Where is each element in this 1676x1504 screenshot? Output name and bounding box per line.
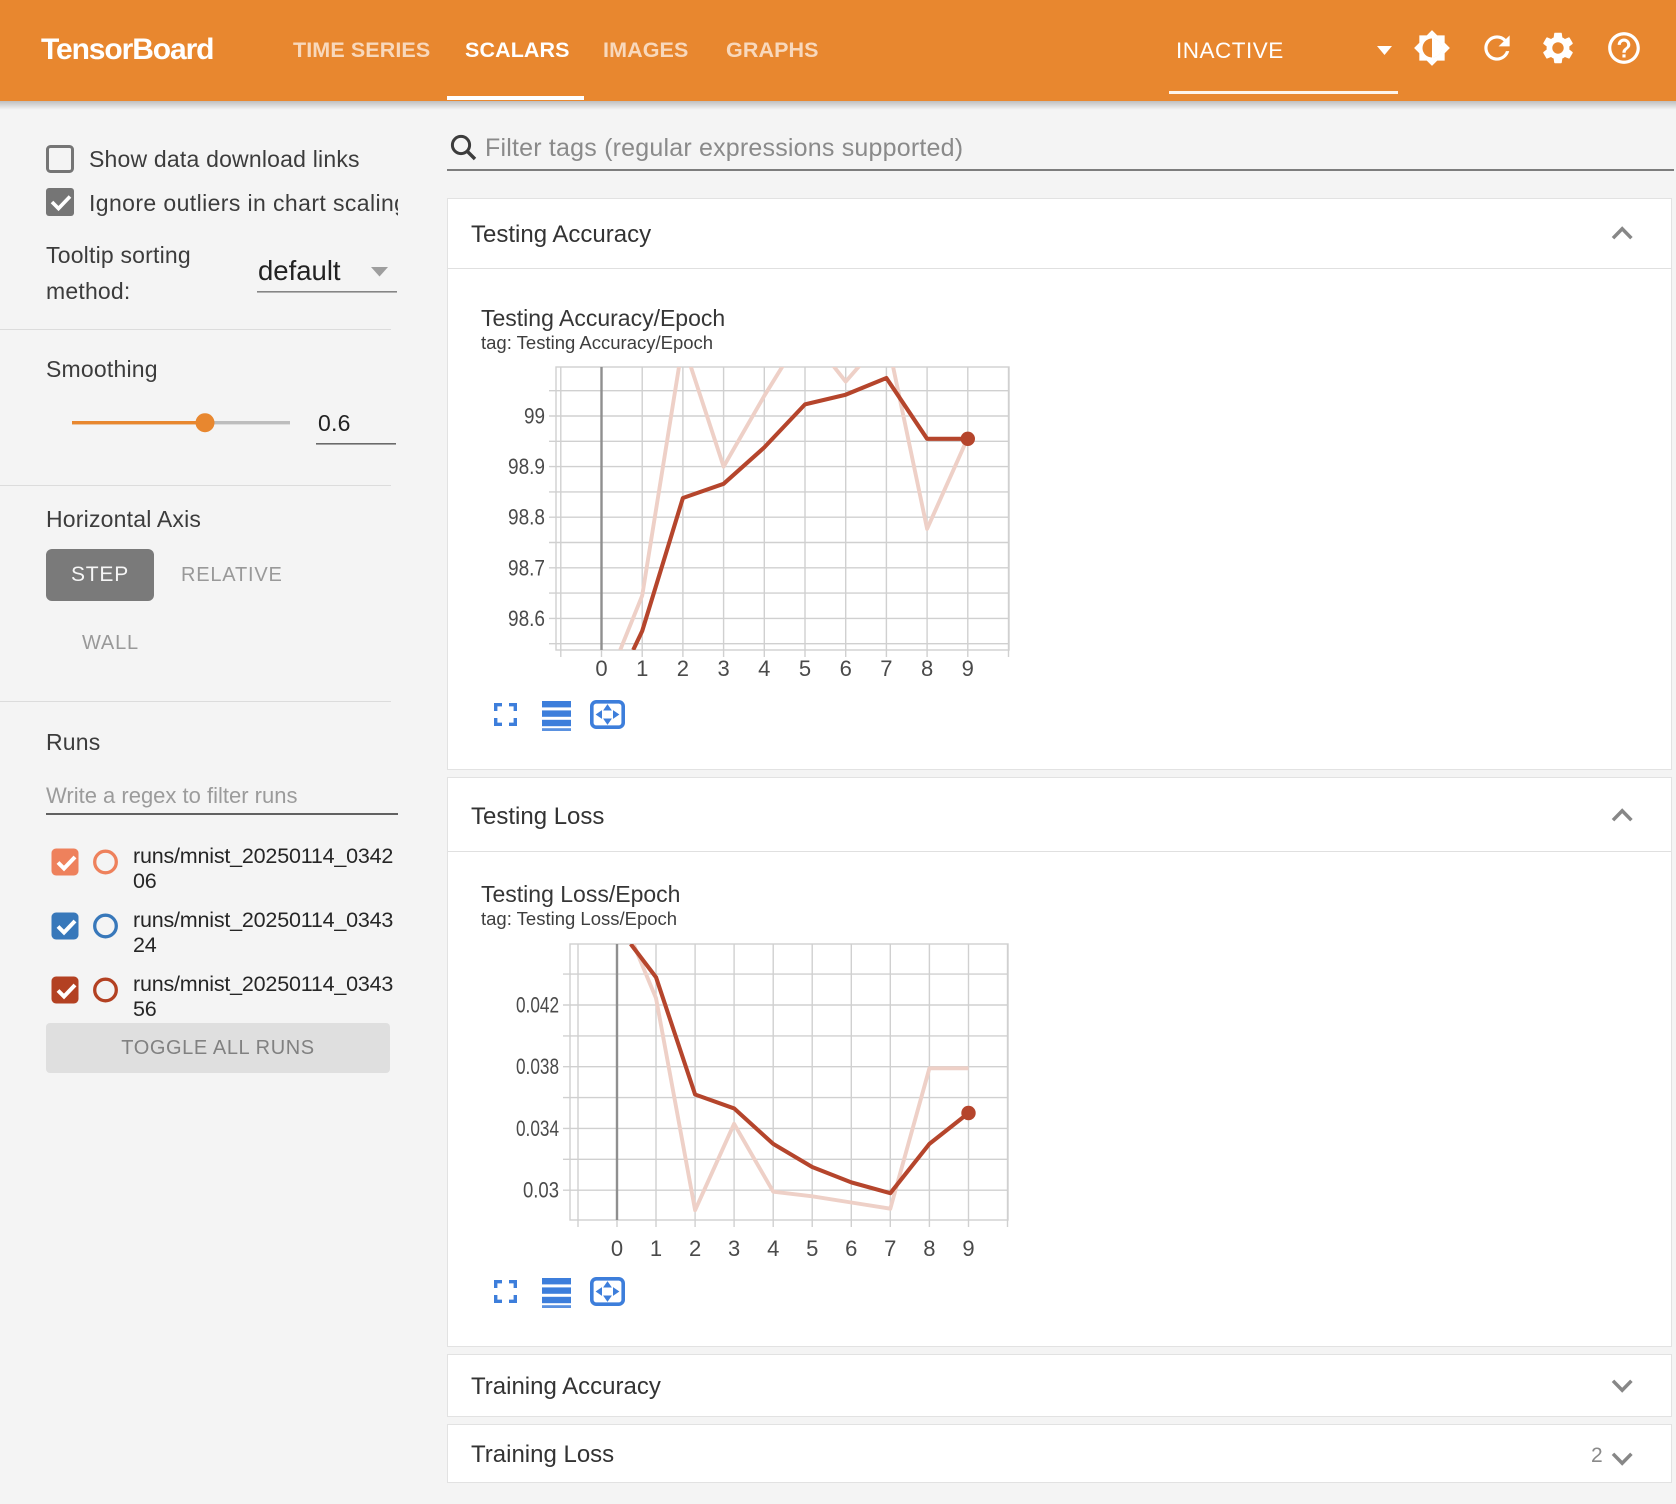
svg-text:0.034: 0.034 [516, 1116, 559, 1141]
svg-text:7: 7 [880, 656, 892, 681]
svg-text:0.042: 0.042 [516, 993, 559, 1018]
svg-text:8: 8 [921, 656, 933, 681]
svg-text:0: 0 [595, 656, 607, 681]
svg-text:9: 9 [962, 656, 974, 681]
svg-text:2: 2 [677, 656, 689, 681]
svg-text:2: 2 [689, 1236, 701, 1261]
svg-text:6: 6 [840, 656, 852, 681]
svg-text:1: 1 [636, 656, 648, 681]
svg-text:3: 3 [728, 1236, 740, 1261]
svg-text:99: 99 [524, 404, 545, 429]
svg-text:0.03: 0.03 [523, 1178, 559, 1203]
svg-text:7: 7 [884, 1236, 896, 1261]
svg-text:1: 1 [650, 1236, 662, 1261]
svg-text:98.6: 98.6 [508, 606, 545, 631]
svg-text:98.7: 98.7 [508, 555, 545, 580]
svg-text:4: 4 [767, 1236, 779, 1261]
svg-text:5: 5 [806, 1236, 818, 1261]
svg-text:0.038: 0.038 [516, 1054, 559, 1079]
svg-text:5: 5 [799, 656, 811, 681]
svg-text:3: 3 [717, 656, 729, 681]
svg-text:0: 0 [611, 1236, 623, 1261]
svg-text:4: 4 [758, 656, 770, 681]
svg-text:98.8: 98.8 [508, 505, 545, 530]
svg-text:6: 6 [845, 1236, 857, 1261]
svg-text:8: 8 [923, 1236, 935, 1261]
svg-text:98.9: 98.9 [508, 454, 545, 479]
svg-text:9: 9 [962, 1236, 974, 1261]
